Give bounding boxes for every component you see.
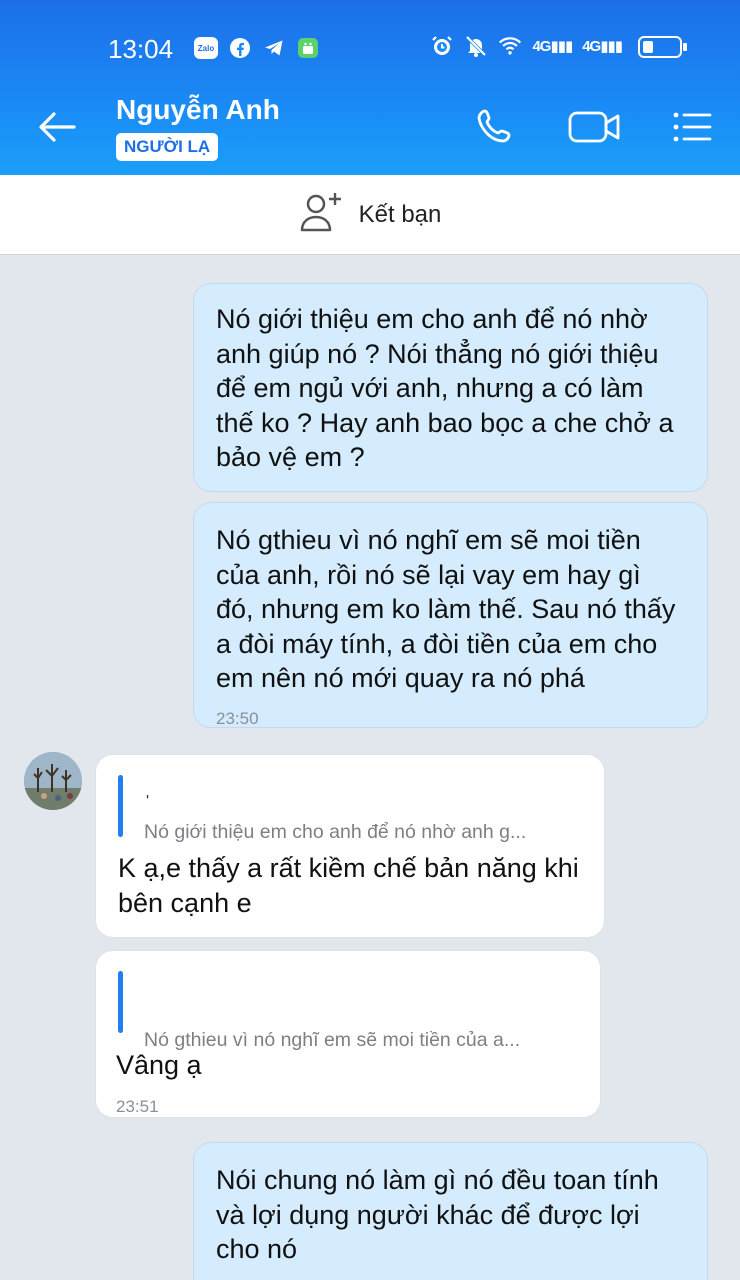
message-text: Nói chung nó làm gì nó đều toan tính và … (216, 1165, 659, 1264)
add-friend-bar[interactable]: Kết bạn (0, 175, 740, 255)
stranger-badge: NGƯỜI LẠ (116, 133, 219, 161)
video-call-icon[interactable] (567, 102, 623, 152)
message-bubble-outgoing[interactable]: Nó giới thiệu em cho anh để nó nhờ anh g… (193, 283, 708, 492)
signal-icon-2: 4G▮▮▮ (582, 38, 623, 55)
wifi-icon (498, 34, 522, 58)
message-time: 23:51 (116, 1097, 159, 1116)
android-app-icon (296, 36, 320, 60)
notification-icons: Zalo (194, 36, 320, 60)
status-time: 13:04 (108, 34, 174, 64)
message-text: Vâng ạ (116, 1050, 202, 1080)
reply-quote[interactable]: ' Nó giới thiệu em cho anh để nó nhờ anh… (118, 775, 582, 843)
battery-icon (638, 36, 687, 58)
add-friend-icon (299, 190, 345, 239)
chat-header: Nguyễn Anh NGƯỜI LẠ (0, 80, 740, 175)
top-bar: 13:04 Zalo 4G▮▮▮ 4G▮▮▮ Nguyễn Anh NGƯỜI … (0, 0, 740, 175)
message-bubble-incoming[interactable]: ' Nó giới thiệu em cho anh để nó nhờ anh… (95, 754, 605, 938)
message-bubble-incoming[interactable]: Nó gthieu vì nó nghĩ em sẽ moi tiền của … (95, 950, 601, 1118)
signal-icon: 4G▮▮▮ (532, 38, 573, 55)
reply-quote[interactable]: Nó gthieu vì nó nghĩ em sẽ moi tiền của … (118, 971, 578, 1051)
system-icons: 4G▮▮▮ 4G▮▮▮ (430, 34, 623, 58)
add-friend-label: Kết bạn (358, 200, 442, 228)
telegram-icon (262, 36, 286, 60)
quote-bar (118, 775, 123, 837)
phone-icon[interactable] (470, 102, 520, 152)
menu-icon[interactable] (666, 102, 716, 152)
quote-text: Nó giới thiệu em cho anh để nó nhờ anh g… (144, 821, 527, 843)
muted-bell-icon (464, 34, 488, 58)
contact-avatar[interactable] (24, 752, 82, 810)
message-bubble-outgoing[interactable]: Nói chung nó làm gì nó đều toan tính và … (193, 1142, 708, 1280)
facebook-icon (228, 36, 252, 60)
contact-name[interactable]: Nguyễn Anh (116, 94, 280, 126)
quote-bar (118, 971, 123, 1033)
message-bubble-outgoing[interactable]: Nó gthieu vì nó nghĩ em sẽ moi tiền của … (193, 502, 708, 728)
zalo-icon: Zalo (194, 36, 218, 60)
alarm-icon (430, 34, 454, 58)
message-text: Nó gthieu vì nó nghĩ em sẽ moi tiền của … (216, 525, 676, 693)
status-bar: 13:04 Zalo 4G▮▮▮ 4G▮▮▮ (0, 22, 740, 72)
back-arrow-icon[interactable] (34, 104, 80, 150)
message-text: K ạ,e thấy a rất kiềm chế bản năng khi b… (118, 853, 579, 918)
message-text: Nó giới thiệu em cho anh để nó nhờ anh g… (216, 304, 674, 472)
message-time: 23:50 (216, 709, 259, 728)
